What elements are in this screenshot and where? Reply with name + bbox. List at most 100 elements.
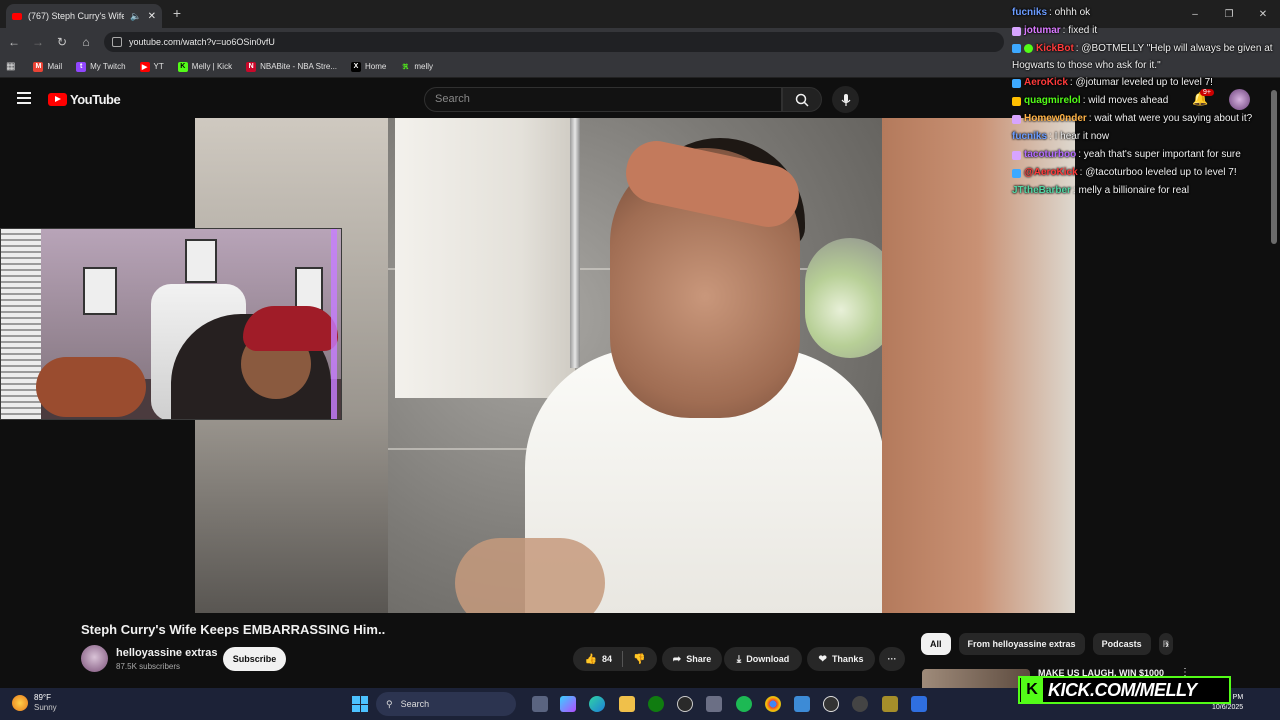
- bookmark-mail[interactable]: M Mail: [33, 61, 63, 72]
- download-label: Download: [746, 654, 790, 664]
- search-icon: ⚲: [386, 698, 393, 709]
- bookmark-label: My Twitch: [90, 62, 126, 71]
- browser-tab[interactable]: (767) Steph Curry's Wife Ke 🔈 ✕: [6, 4, 162, 28]
- bookmark-nbabite[interactable]: N NBABite - NBA Stre...: [246, 61, 337, 72]
- speaker-icon[interactable]: 🔈: [130, 11, 141, 22]
- copilot-icon[interactable]: [560, 696, 576, 712]
- chrome-icon[interactable]: [765, 696, 781, 712]
- search-button[interactable]: [782, 87, 822, 112]
- thanks-icon: ❤: [818, 653, 827, 665]
- bookmark-label: Mail: [47, 62, 63, 71]
- chat-text: @tacoturboo leveled up to level 7!: [1085, 167, 1237, 178]
- home-icon[interactable]: ⌂: [78, 34, 94, 50]
- bookmark-home[interactable]: X Home: [351, 61, 386, 72]
- channel-subscriber-count: 87.5K subscribers: [116, 662, 181, 671]
- bookmark-yt[interactable]: ▶ YT: [139, 61, 164, 72]
- new-tab-button[interactable]: +: [170, 5, 184, 21]
- apps-grid-icon[interactable]: ▦: [6, 61, 15, 72]
- chat-username: fucniks: [1012, 131, 1048, 142]
- photos-icon[interactable]: [794, 696, 810, 712]
- chat-text: I hear it now: [1054, 131, 1110, 142]
- chat-text: wild moves ahead: [1088, 95, 1169, 106]
- bookmark-twitch[interactable]: t My Twitch: [76, 61, 126, 72]
- chat-username: JTtheBarber: [1012, 185, 1071, 196]
- forward-icon[interactable]: →: [30, 34, 46, 50]
- sun-icon: [12, 695, 28, 711]
- share-label: Share: [686, 654, 712, 664]
- chat-badge-icon: [1012, 150, 1021, 160]
- webcam-window-blinds: [1, 229, 41, 419]
- channel-avatar[interactable]: [81, 645, 108, 672]
- search-input[interactable]: Search: [424, 87, 782, 112]
- edge-icon[interactable]: [589, 696, 605, 712]
- chat-badge-icon: [1012, 78, 1021, 88]
- channel-name[interactable]: helloyassine extras: [116, 647, 218, 659]
- windows-start-icon[interactable]: [352, 696, 368, 712]
- url-text: youtube.com/watch?v=uo6OSin0vfU: [129, 37, 275, 47]
- reload-icon[interactable]: ↻: [54, 34, 70, 50]
- twitch-icon: t: [76, 61, 87, 72]
- chip-from-channel[interactable]: From helloyassine extras: [958, 633, 1085, 655]
- chat-message: Homew0nder: wait what were you saying ab…: [1012, 110, 1280, 128]
- site-info-icon[interactable]: [112, 37, 122, 47]
- store-icon[interactable]: [706, 696, 722, 712]
- bookmark-kick[interactable]: K Melly | Kick: [177, 61, 233, 72]
- chat-text: fixed it: [1068, 25, 1098, 36]
- media-player-icon[interactable]: [823, 696, 839, 712]
- task-view-icon[interactable]: [532, 696, 548, 712]
- beanbag-shape: [36, 357, 146, 417]
- taskbar-search-label: Search: [400, 699, 430, 709]
- verified-badge-icon: [1024, 43, 1033, 53]
- melly-icon: ℜ: [402, 63, 409, 71]
- close-tab-icon[interactable]: ✕: [148, 11, 156, 22]
- taskbar-search[interactable]: ⚲ Search: [376, 692, 516, 716]
- towel-shape: [395, 118, 575, 398]
- youtube-play-icon: [48, 93, 67, 106]
- chat-badge-icon: [1012, 96, 1021, 106]
- chat-text: ohhh ok: [1054, 7, 1091, 18]
- thanks-button[interactable]: ❤ Thanks: [807, 647, 875, 671]
- like-button[interactable]: 👍 84: [585, 651, 623, 667]
- chat-message: fucniks: ohhh ok: [1012, 4, 1280, 22]
- chat-text: wait what were you saying about it?: [1094, 113, 1253, 124]
- chat-text: yeah that's super important for sure: [1083, 149, 1241, 160]
- chat-badge-icon: [1012, 114, 1021, 124]
- dislike-button[interactable]: 👎: [623, 654, 645, 665]
- address-bar[interactable]: youtube.com/watch?v=uo6OSin0vfU: [104, 32, 1004, 52]
- steam-icon[interactable]: [677, 696, 693, 712]
- share-button[interactable]: ➦ Share: [662, 647, 722, 671]
- recommended-thumbnail[interactable]: [922, 669, 1030, 690]
- voice-search-button[interactable]: [832, 86, 859, 113]
- share-icon: ➦: [672, 653, 682, 665]
- hand-shape: [455, 538, 605, 613]
- back-icon[interactable]: ←: [6, 34, 22, 50]
- xbox-icon[interactable]: [648, 696, 664, 712]
- bookmark-melly[interactable]: ℜmelly: [400, 62, 434, 72]
- obs-icon[interactable]: [852, 696, 868, 712]
- download-button[interactable]: ⤓ Download: [724, 647, 802, 671]
- youtube-logo[interactable]: YouTube: [48, 92, 121, 107]
- thumbs-up-icon: 👍: [584, 653, 597, 665]
- app-icon[interactable]: [882, 696, 898, 712]
- menu-icon[interactable]: [17, 92, 31, 104]
- roblox-icon[interactable]: [911, 696, 927, 712]
- youtube-logo-text: YouTube: [70, 92, 121, 107]
- chevron-right-icon[interactable]: ›: [1165, 637, 1169, 651]
- chip-podcasts[interactable]: Podcasts: [1092, 633, 1151, 655]
- chat-username: quagmirelol: [1024, 95, 1081, 106]
- like-dislike-group: 👍 84 👎: [573, 647, 657, 671]
- kick-logo-icon: K: [1021, 678, 1043, 702]
- kick-icon: K: [177, 61, 188, 72]
- chat-text: @jotumar leveled up to level 7!: [1075, 77, 1213, 88]
- file-explorer-icon[interactable]: [619, 696, 635, 712]
- bookmark-label: Melly | Kick: [191, 62, 233, 71]
- chat-message: tacoturboo: yeah that's super important …: [1012, 146, 1280, 164]
- chip-all[interactable]: All: [921, 633, 951, 655]
- spotify-icon[interactable]: [736, 696, 752, 712]
- chat-username: jotumar: [1024, 25, 1061, 36]
- chat-message: @AeroKick: @tacoturboo leveled up to lev…: [1012, 164, 1280, 182]
- more-actions-button[interactable]: ···: [879, 647, 905, 671]
- subscribe-button[interactable]: Subscribe: [223, 647, 286, 671]
- weather-widget[interactable]: 89°F Sunny: [12, 693, 57, 713]
- weather-temperature: 89°F: [34, 693, 51, 702]
